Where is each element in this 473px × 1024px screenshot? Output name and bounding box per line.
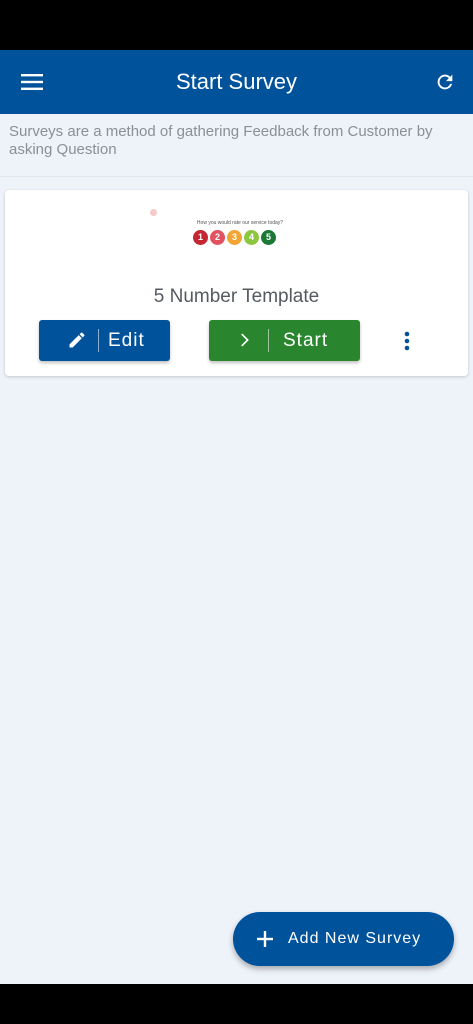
- navigation-bar: [0, 984, 473, 1024]
- more-vertical-icon: [404, 331, 410, 351]
- start-button[interactable]: Start: [209, 320, 360, 361]
- rating-dot: 2: [210, 230, 225, 245]
- edit-button-label: Edit: [108, 330, 145, 351]
- menu-button[interactable]: [12, 62, 52, 102]
- template-name: 5 Number Template: [153, 286, 320, 307]
- app-bar: Start Survey: [0, 50, 473, 114]
- menu-icon: [21, 74, 43, 90]
- preview-rating-row: 1 2 3 4 5: [193, 230, 276, 245]
- add-new-survey-label: Add New Survey: [288, 930, 422, 947]
- survey-card[interactable]: How you would rate our service today? 1 …: [5, 190, 468, 376]
- survey-description: Surveys are a method of gathering Feedba…: [9, 123, 433, 158]
- page-title: Start Survey: [175, 69, 298, 94]
- button-separator: [98, 329, 99, 352]
- plus-icon: [257, 931, 273, 947]
- rating-dot: 3: [227, 230, 242, 245]
- start-button-label: Start: [283, 330, 329, 351]
- rating-dot: 1: [193, 230, 208, 245]
- button-separator: [268, 329, 269, 352]
- preview-logo-icon: [150, 209, 157, 216]
- chevron-right-icon: [241, 333, 249, 347]
- more-options-button[interactable]: [395, 326, 419, 356]
- add-new-survey-button[interactable]: Add New Survey: [233, 912, 454, 966]
- pencil-icon: [69, 332, 85, 348]
- status-bar: [0, 0, 473, 50]
- preview-question: How you would rate our service today?: [196, 220, 284, 226]
- rating-dot: 5: [261, 230, 276, 245]
- template-preview: How you would rate our service today? 1 …: [145, 204, 295, 260]
- divider: [0, 176, 473, 177]
- edit-button[interactable]: Edit: [39, 320, 170, 361]
- refresh-icon: [437, 74, 453, 90]
- refresh-button[interactable]: [425, 62, 465, 102]
- rating-dot: 4: [244, 230, 259, 245]
